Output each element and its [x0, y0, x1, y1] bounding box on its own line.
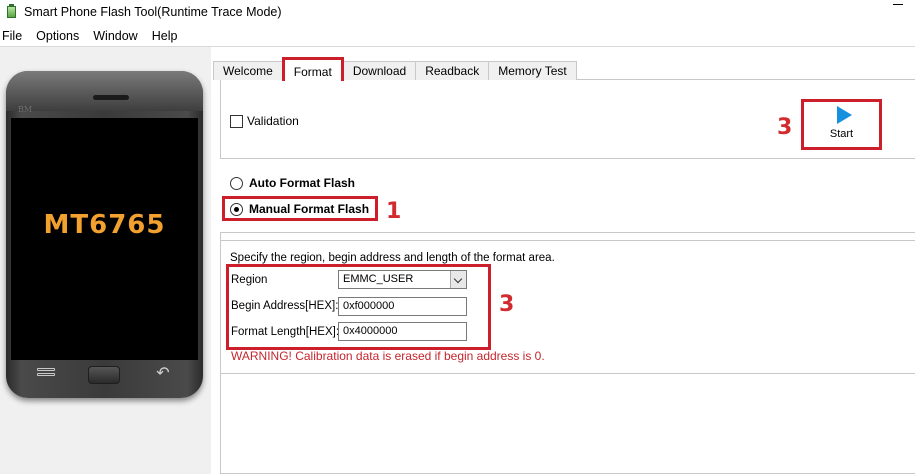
title-bar: Smart Phone Flash Tool(Runtime Trace Mod… [0, 0, 915, 24]
phone-screen: MT6765 [11, 118, 198, 360]
chip-label: MT6765 [43, 210, 166, 240]
minimize-icon[interactable] [893, 4, 903, 5]
app-battery-icon [5, 4, 18, 19]
tab-welcome[interactable]: Welcome [213, 61, 283, 80]
phone-menu-icon [34, 366, 58, 384]
annotation-step-manual: 1 [386, 199, 402, 224]
auto-format-label: Auto Format Flash [249, 176, 356, 190]
validation-row: Validation [230, 114, 299, 128]
tab-readback[interactable]: Readback [415, 61, 490, 80]
start-button[interactable]: Start [801, 99, 882, 150]
phone-back-icon: ↶ [156, 365, 170, 382]
phone-top-bezel [6, 71, 203, 111]
format-area-description: Specify the region, begin address and le… [230, 252, 555, 264]
menu-file[interactable]: File [0, 29, 30, 43]
tab-format[interactable]: Format [281, 57, 344, 81]
phone-brand: BM [18, 105, 33, 114]
menu-window[interactable]: Window [90, 29, 145, 43]
annotation-step-start: 3 [777, 115, 793, 140]
validation-checkbox[interactable] [230, 114, 243, 128]
calibration-warning: WARNING! Calibration data is erased if b… [231, 349, 545, 363]
fields-highlight-box [226, 264, 491, 350]
manual-highlight-box [222, 196, 378, 221]
validation-label: Validation [247, 114, 299, 128]
menu-bar: File Options Window Help [0, 25, 915, 46]
tab-bar: Welcome Format Download Readback Memory … [213, 57, 577, 81]
phone-illustration: BM MT6765 ↶ [6, 71, 203, 398]
play-icon [837, 106, 852, 124]
auto-format-option[interactable]: Auto Format Flash [230, 176, 355, 190]
tab-download[interactable]: Download [342, 61, 417, 80]
menu-help[interactable]: Help [149, 29, 186, 43]
annotation-step-fields: 3 [499, 292, 515, 317]
start-label: Start [829, 128, 854, 140]
phone-home-icon [88, 366, 120, 384]
phone-speaker [93, 95, 129, 100]
menu-options[interactable]: Options [33, 29, 87, 43]
auto-format-radio[interactable] [230, 176, 243, 190]
tab-memory-test[interactable]: Memory Test [488, 61, 577, 80]
window-title: Smart Phone Flash Tool(Runtime Trace Mod… [24, 5, 282, 19]
